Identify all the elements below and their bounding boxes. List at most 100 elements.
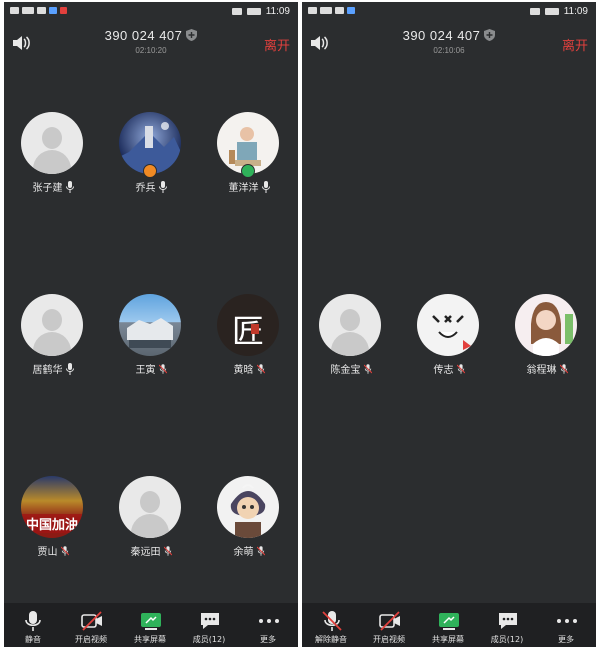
- video-off-icon: [81, 611, 102, 631]
- unmute-button[interactable]: 解除静音: [302, 603, 360, 647]
- participant-name: 王寅: [135, 365, 156, 376]
- microphone-muted-icon: [322, 611, 342, 631]
- participant-tile[interactable]: 翁程琳: [498, 294, 596, 384]
- microphone-icon: [65, 181, 74, 193]
- recording-mic-icon: [60, 7, 67, 14]
- participant-name: 秦远田: [130, 547, 161, 558]
- meeting-toolbar: 解除静音 开启视频 共享屏幕 成员(12) 更多: [302, 603, 596, 647]
- signal-icon: [22, 7, 34, 14]
- more-icon: [557, 619, 577, 623]
- meeting-timer: 02:10:06: [433, 46, 465, 55]
- participant-tile[interactable]: 余萌: [200, 476, 298, 566]
- microphone-icon: [65, 363, 74, 375]
- microphone-muted-icon: [256, 546, 265, 556]
- toolbar-label: 静音: [25, 635, 41, 644]
- status-icons-left: [308, 7, 355, 14]
- microphone-muted-icon: [163, 546, 172, 556]
- cartoon-avatar: [217, 476, 279, 538]
- participant-tile[interactable]: 张子建: [4, 112, 102, 202]
- start-video-button[interactable]: 开启视频: [360, 603, 418, 647]
- participant-name: 余萌: [233, 547, 254, 558]
- members-button[interactable]: 成员(12): [180, 603, 238, 647]
- toolbar-label: 共享屏幕: [432, 635, 464, 644]
- battery-icon: [544, 8, 559, 15]
- participant-tile[interactable]: 乔兵: [102, 112, 200, 202]
- meeting-id[interactable]: 390 024 407: [302, 28, 596, 43]
- share-screen-button[interactable]: 共享屏幕: [121, 603, 179, 647]
- microphone-muted-icon: [256, 364, 265, 374]
- meeting-toolbar: 静音 开启视频 共享屏幕 成员(12) 更多: [4, 603, 298, 647]
- hd-icon: [10, 7, 19, 14]
- start-video-button[interactable]: 开启视频: [62, 603, 120, 647]
- leave-button[interactable]: 离开: [562, 35, 588, 54]
- girl-photo-avatar: [515, 294, 577, 356]
- microphone-icon: [261, 181, 270, 193]
- participant-tile[interactable]: 秦远田: [102, 476, 200, 566]
- signal-icon: [320, 7, 332, 14]
- participant-name: 贾山: [37, 547, 58, 558]
- more-icon: [259, 619, 279, 623]
- members-icon: [499, 613, 517, 629]
- toolbar-label: 开启视频: [75, 635, 107, 644]
- microphone-icon: [25, 611, 41, 631]
- participant-tile[interactable]: 陈金宝: [302, 294, 400, 384]
- left-phone-screen: 11:09 390 024 407 02:10:20 离开 张子建 乔兵 董洋洋…: [4, 2, 298, 647]
- participant-name: 传志: [433, 365, 454, 376]
- eye-icon: [231, 8, 242, 15]
- toolbar-label: 解除静音: [315, 635, 347, 644]
- cloud-icon: [49, 7, 57, 14]
- meeting-id-text: 390 024 407: [104, 28, 183, 43]
- participant-tile[interactable]: 董洋洋: [200, 112, 298, 202]
- battery-icon: [246, 8, 261, 15]
- shield-icon: [484, 29, 496, 41]
- default-avatar: [21, 112, 83, 174]
- status-icons-right: 11:09: [529, 6, 588, 17]
- default-avatar: [319, 294, 381, 356]
- mute-button[interactable]: 静音: [4, 603, 62, 647]
- right-phone-screen: 11:09 390 024 407 02:10:06 离开 陈金宝 传志 翁程琳…: [302, 2, 596, 647]
- participant-tile[interactable]: 居鹤华: [4, 294, 102, 384]
- participant-name: 翁程琳: [526, 365, 557, 376]
- toolbar-label: 成员(12): [192, 635, 226, 644]
- meeting-header: 390 024 407 02:10:06 离开: [302, 24, 596, 64]
- participant-tile[interactable]: 王寅: [102, 294, 200, 384]
- more-button[interactable]: 更多: [239, 603, 297, 647]
- clock: 11:09: [563, 6, 588, 17]
- cohost-badge-icon: [241, 164, 255, 178]
- participant-name: 董洋洋: [228, 183, 259, 194]
- participant-name: 陈金宝: [330, 365, 361, 376]
- share-screen-icon: [141, 613, 161, 630]
- participant-tile[interactable]: 匠 黄晗: [200, 294, 298, 384]
- slogan-photo-avatar: 中国加油: [21, 476, 83, 538]
- meeting-id[interactable]: 390 024 407: [4, 28, 298, 43]
- status-icons-right: 11:09: [231, 6, 290, 17]
- toolbar-label: 更多: [558, 635, 574, 644]
- default-avatar: [21, 294, 83, 356]
- participant-name: 居鹤华: [32, 365, 63, 376]
- microphone-muted-icon: [60, 546, 69, 556]
- building-photo-avatar: [119, 294, 181, 356]
- leave-button[interactable]: 离开: [264, 35, 290, 54]
- video-off-icon: [379, 611, 400, 631]
- microphone-icon: [158, 181, 167, 193]
- slogan-text: 中国加油: [21, 514, 83, 533]
- participant-tile[interactable]: 传志: [400, 294, 498, 384]
- meeting-id-text: 390 024 407: [402, 28, 481, 43]
- participant-name: 张子建: [32, 183, 63, 194]
- cute-face-avatar: [417, 294, 479, 356]
- toolbar-label: 共享屏幕: [134, 635, 166, 644]
- participant-name: 黄晗: [233, 365, 254, 376]
- eye-icon: [529, 8, 540, 15]
- status-icons-left: [10, 7, 67, 14]
- participant-tile[interactable]: 中国加油 贾山: [4, 476, 102, 566]
- members-button[interactable]: 成员(12): [478, 603, 536, 647]
- clock: 11:09: [265, 6, 290, 17]
- microphone-muted-icon: [363, 364, 372, 374]
- more-button[interactable]: 更多: [537, 603, 595, 647]
- hd-icon: [308, 7, 317, 14]
- toolbar-label: 成员(12): [490, 635, 524, 644]
- share-screen-button[interactable]: 共享屏幕: [419, 603, 477, 647]
- status-bar: 11:09: [4, 2, 298, 24]
- status-bar: 11:09: [302, 2, 596, 24]
- participant-name: 乔兵: [135, 183, 156, 194]
